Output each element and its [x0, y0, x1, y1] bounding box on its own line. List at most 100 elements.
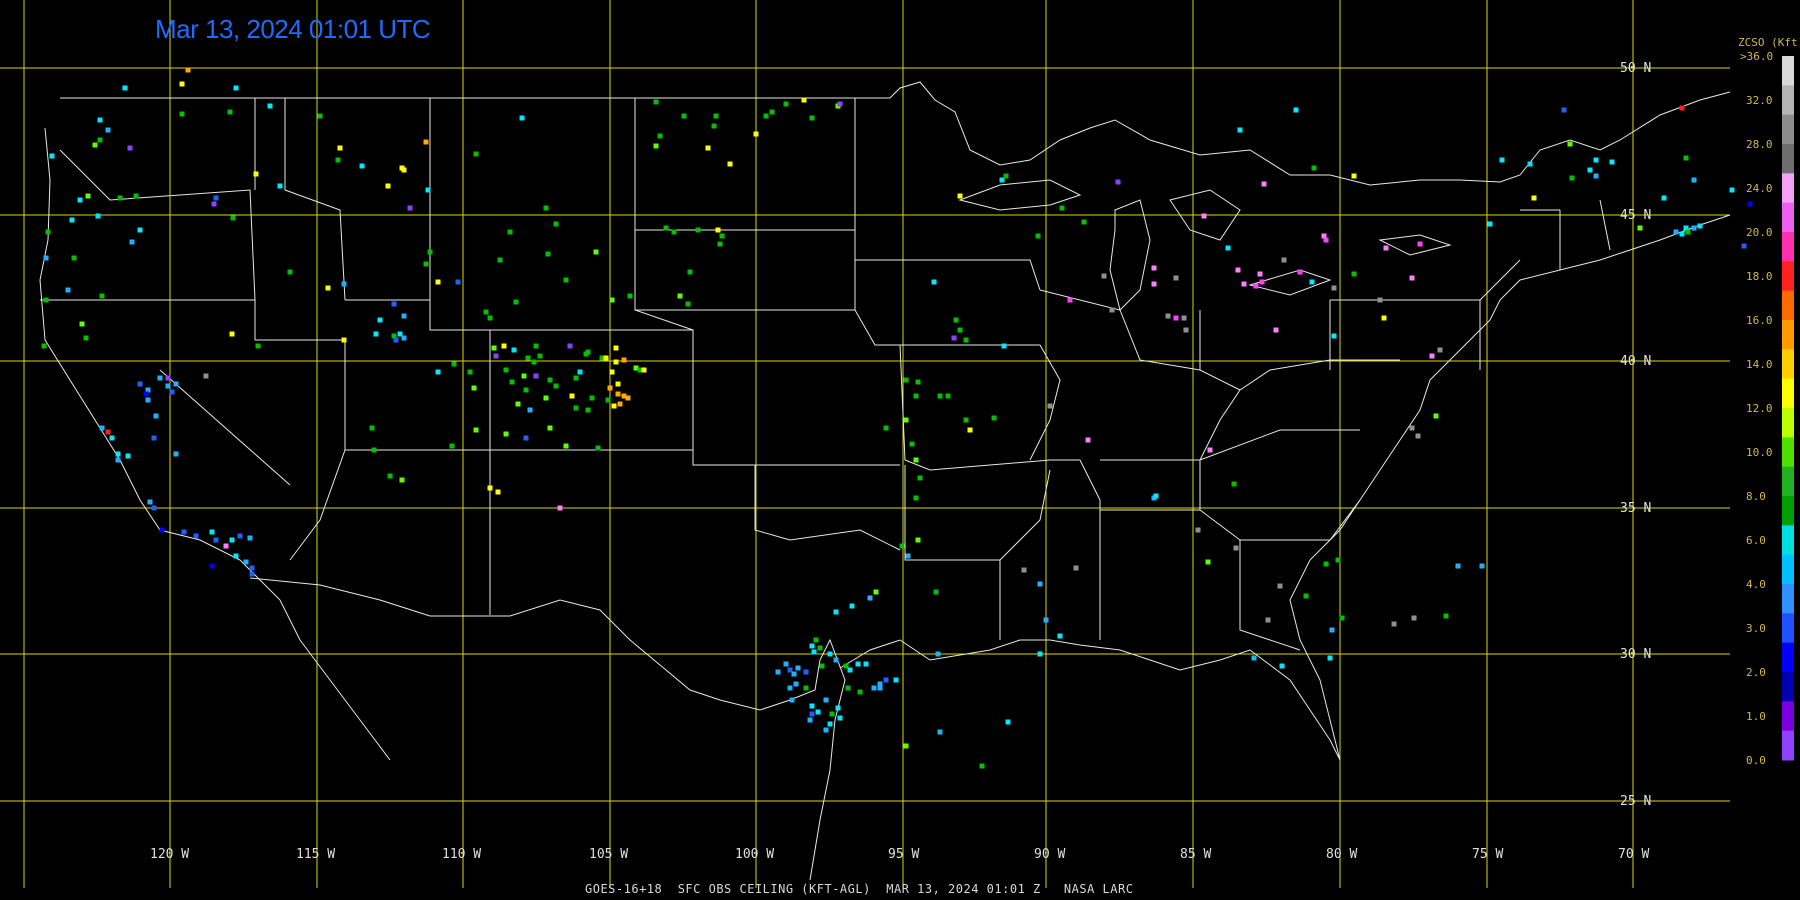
observation-marker: [1323, 561, 1329, 567]
observation-marker: [1109, 307, 1115, 313]
observation-marker: [1593, 173, 1599, 179]
lon-label-110w: 110 W: [442, 847, 481, 862]
observation-marker: [605, 397, 611, 403]
observation-marker: [915, 537, 921, 543]
observation-marker: [687, 269, 693, 275]
observation-marker: [209, 529, 215, 535]
observation-marker: [71, 255, 77, 261]
observation-marker: [553, 221, 559, 227]
observation-marker: [681, 113, 687, 119]
observation-marker: [615, 381, 621, 387]
observation-marker: [125, 453, 131, 459]
colorbar-swatch: [1782, 730, 1794, 761]
observation-marker: [621, 357, 627, 363]
observation-marker: [495, 489, 501, 495]
colorbar-swatch: [1782, 437, 1794, 468]
observation-marker: [287, 269, 293, 275]
observation-marker: [1685, 229, 1691, 235]
observation-marker: [79, 321, 85, 327]
observation-marker: [1527, 161, 1533, 167]
observation-marker: [209, 563, 215, 569]
observation-marker: [569, 393, 575, 399]
observation-marker: [935, 651, 941, 657]
observation-marker: [789, 697, 795, 703]
observation-marker: [1335, 557, 1341, 563]
colorbar-label: 3.0: [1746, 622, 1766, 635]
observation-marker: [815, 709, 821, 715]
colorbar-labels: 32.0 28.0 24.0 20.0 18.0 16.0 14.0 12.0 10.0 8.0 6…: [1746, 94, 1773, 767]
observation-marker: [487, 315, 493, 321]
observation-marker: [243, 559, 249, 565]
observation-marker: [883, 677, 889, 683]
observation-marker: [373, 331, 379, 337]
observation-marker: [473, 427, 479, 433]
colorbar-swatch: [1782, 378, 1794, 409]
observation-marker: [957, 193, 963, 199]
observation-marker: [1429, 353, 1435, 359]
observation-marker: [97, 137, 103, 143]
observation-marker: [613, 359, 619, 365]
observation-marker: [1391, 621, 1397, 627]
observation-marker: [109, 435, 115, 441]
observation-marker: [137, 227, 143, 233]
lon-label-120w: 120 W: [150, 847, 189, 862]
observation-marker: [813, 637, 819, 643]
colorbar-label: 6.0: [1746, 534, 1766, 547]
observation-marker: [247, 535, 253, 541]
observation-marker: [1261, 181, 1267, 187]
observation-marker: [371, 447, 377, 453]
observation-marker: [595, 445, 601, 451]
observation-marker: [399, 165, 405, 171]
observation-marker: [795, 665, 801, 671]
observation-marker: [573, 405, 579, 411]
observation-marker: [1205, 559, 1211, 565]
observation-marker: [1409, 425, 1415, 431]
observation-marker: [451, 361, 457, 367]
observation-marker: [1329, 627, 1335, 633]
observation-marker: [185, 67, 191, 73]
observation-marker: [819, 663, 825, 669]
observation-marker: [547, 425, 553, 431]
surface-observations: [41, 67, 1753, 769]
observation-marker: [137, 381, 143, 387]
observation-marker: [793, 681, 799, 687]
observation-marker: [145, 397, 151, 403]
observation-marker: [491, 345, 497, 351]
observation-marker: [515, 401, 521, 407]
observation-marker: [1443, 613, 1449, 619]
observation-marker: [979, 763, 985, 769]
lon-label-90w: 90 W: [1034, 847, 1065, 862]
observation-marker: [1265, 617, 1271, 623]
observation-marker: [1351, 173, 1357, 179]
observation-marker: [1101, 273, 1107, 279]
observation-marker: [903, 417, 909, 423]
observation-marker: [423, 261, 429, 267]
observation-marker: [179, 81, 185, 87]
observation-marker: [267, 103, 273, 109]
observation-marker: [1085, 437, 1091, 443]
lat-label-50n: 50 N: [1620, 61, 1651, 76]
observation-marker: [69, 217, 75, 223]
color-legend: ZCSO (Kft) >36.0 32.0 28.0 24.0 20.0 18.0 16.…: [1738, 36, 1800, 767]
observation-marker: [233, 553, 239, 559]
observation-marker: [513, 299, 519, 305]
observation-marker: [99, 425, 105, 431]
observation-marker: [117, 195, 123, 201]
observation-marker: [957, 327, 963, 333]
observation-marker: [611, 403, 617, 409]
observation-marker: [803, 669, 809, 675]
observation-marker: [509, 379, 515, 385]
observation-marker: [203, 373, 209, 379]
observation-marker: [385, 183, 391, 189]
observation-marker: [393, 337, 399, 343]
observation-marker: [809, 643, 815, 649]
observation-marker: [1747, 201, 1753, 207]
colorbar-label: 28.0: [1746, 138, 1773, 151]
observation-marker: [847, 667, 853, 673]
observation-marker: [1003, 173, 1009, 179]
observation-marker: [1327, 655, 1333, 661]
observation-marker: [1661, 195, 1667, 201]
observation-marker: [533, 373, 539, 379]
observation-marker: [449, 443, 455, 449]
observation-marker: [65, 287, 71, 293]
